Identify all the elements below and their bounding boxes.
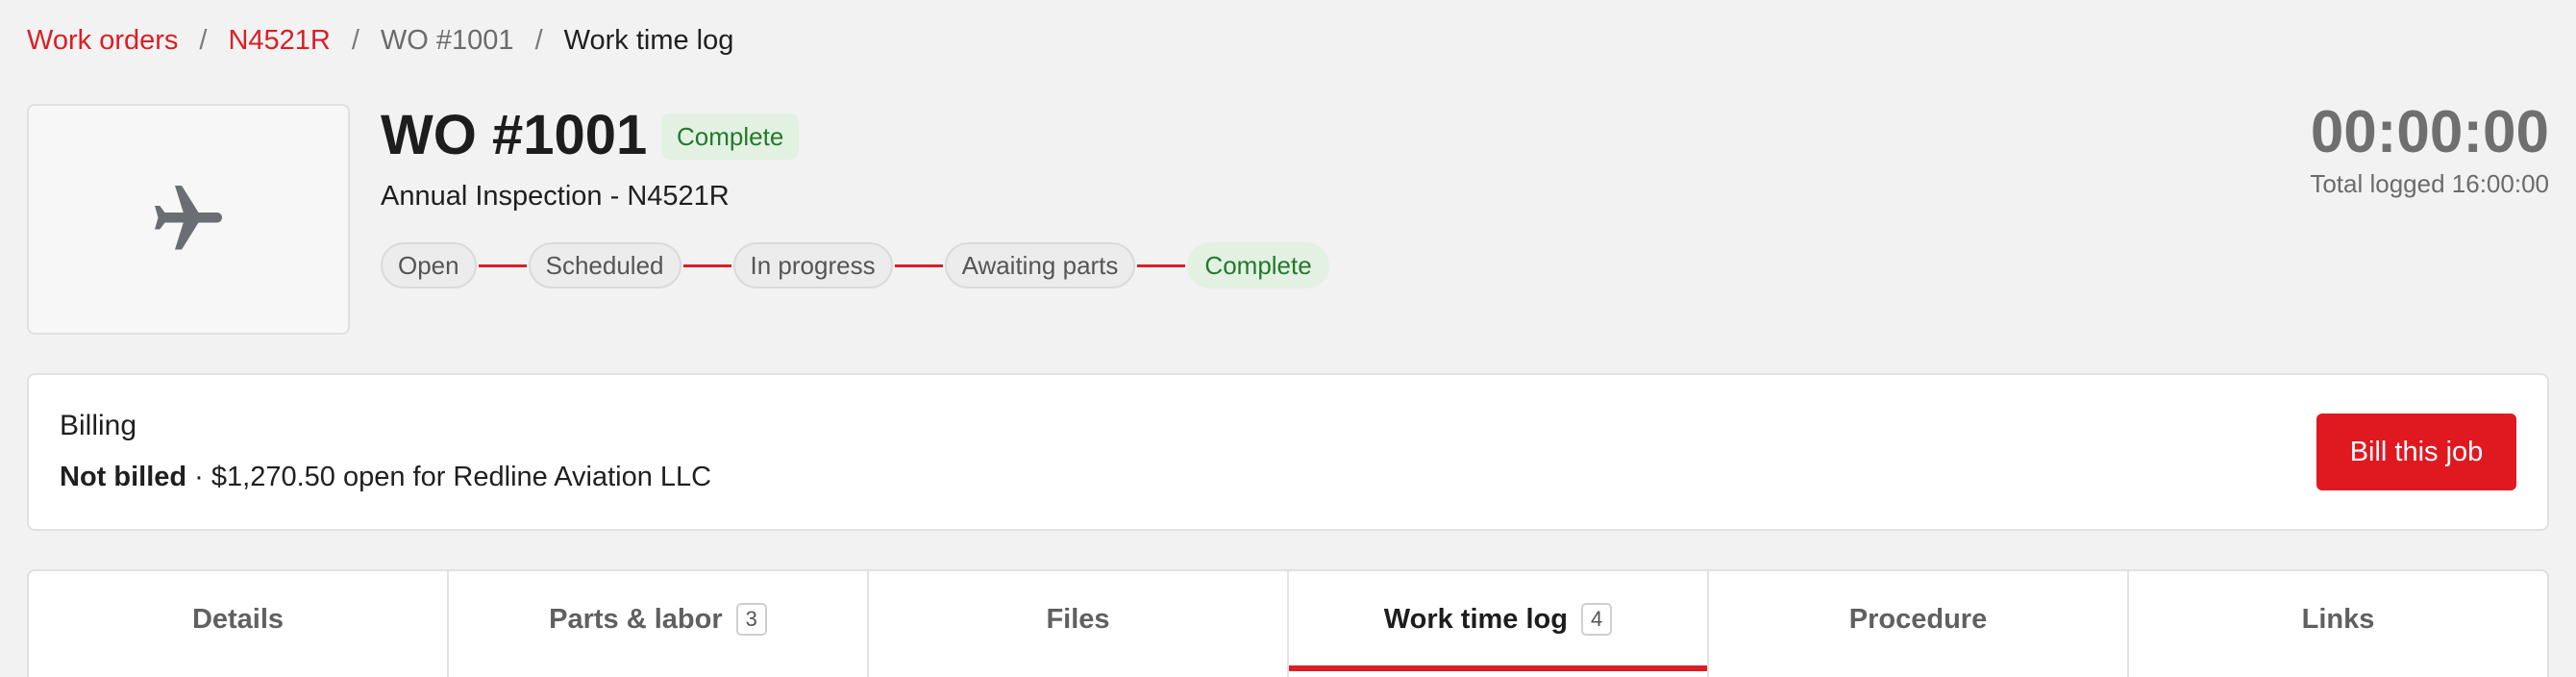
- progress-connector: [682, 263, 731, 267]
- tab-parts-labor[interactable]: Parts & labor 3: [449, 571, 869, 677]
- status-badge: Complete: [661, 113, 800, 160]
- work-order-subtitle: Annual Inspection - N4521R: [381, 181, 730, 212]
- bill-job-button[interactable]: Bill this job: [2316, 414, 2516, 490]
- tab-work-time-log[interactable]: Work time log 4: [1289, 571, 1709, 677]
- tab-count-badge: 3: [735, 603, 767, 636]
- breadcrumb-wo[interactable]: WO #1001: [381, 21, 514, 60]
- progress-connector: [894, 263, 943, 267]
- breadcrumb: Work orders / N4521R / WO #1001 / Work t…: [27, 21, 733, 60]
- progress-step-open: Open: [381, 242, 477, 288]
- tab-details[interactable]: Details: [29, 571, 449, 677]
- tab-procedure[interactable]: Procedure: [1709, 571, 2129, 677]
- progress-step-complete: Complete: [1187, 242, 1329, 288]
- tab-label: Files: [1046, 603, 1110, 635]
- billing-detail: · $1,270.50 open for Redline Aviation LL…: [186, 462, 712, 492]
- tab-label: Work time log: [1383, 603, 1568, 635]
- billing-summary: Not billed · $1,270.50 open for Redline …: [60, 462, 711, 493]
- progress-step-awaiting-parts: Awaiting parts: [944, 242, 1136, 288]
- breadcrumb-separator: /: [199, 25, 208, 56]
- status-progress: Open Scheduled In progress Awaiting part…: [381, 242, 1329, 288]
- breadcrumb-current: Work time log: [563, 25, 734, 56]
- tab-count-badge: 4: [1580, 603, 1613, 636]
- progress-connector: [478, 263, 527, 267]
- tab-links[interactable]: Links: [2129, 571, 2547, 677]
- tab-label: Links: [2301, 603, 2375, 635]
- billing-card: Billing Not billed · $1,270.50 open for …: [27, 373, 2549, 531]
- breadcrumb-separator: /: [351, 25, 359, 56]
- timer-total-logged: Total logged 16:00:00: [2310, 169, 2549, 198]
- airplane-icon: [155, 186, 222, 250]
- tab-files[interactable]: Files: [869, 571, 1289, 677]
- billing-title: Billing: [60, 410, 137, 441]
- work-timer: 00:00:00 Total logged 16:00:00: [2310, 96, 2549, 199]
- tab-bar: Details Parts & labor 3 Files Work time l…: [27, 569, 2549, 677]
- tab-label: Procedure: [1848, 603, 1988, 635]
- breadcrumb-aircraft[interactable]: N4521R: [228, 21, 330, 60]
- tab-label: Details: [191, 603, 285, 635]
- progress-step-scheduled: Scheduled: [528, 242, 681, 288]
- breadcrumb-work-orders[interactable]: Work orders: [27, 21, 178, 60]
- progress-connector: [1137, 263, 1186, 267]
- progress-step-in-progress: In progress: [732, 242, 893, 288]
- tab-label: Parts & labor: [549, 603, 723, 635]
- page-title: WO #1001: [381, 104, 648, 166]
- billing-status: Not billed: [60, 462, 187, 492]
- timer-clock: 00:00:00: [2310, 99, 2549, 165]
- aircraft-thumbnail: [27, 104, 350, 335]
- breadcrumb-separator: /: [534, 25, 543, 56]
